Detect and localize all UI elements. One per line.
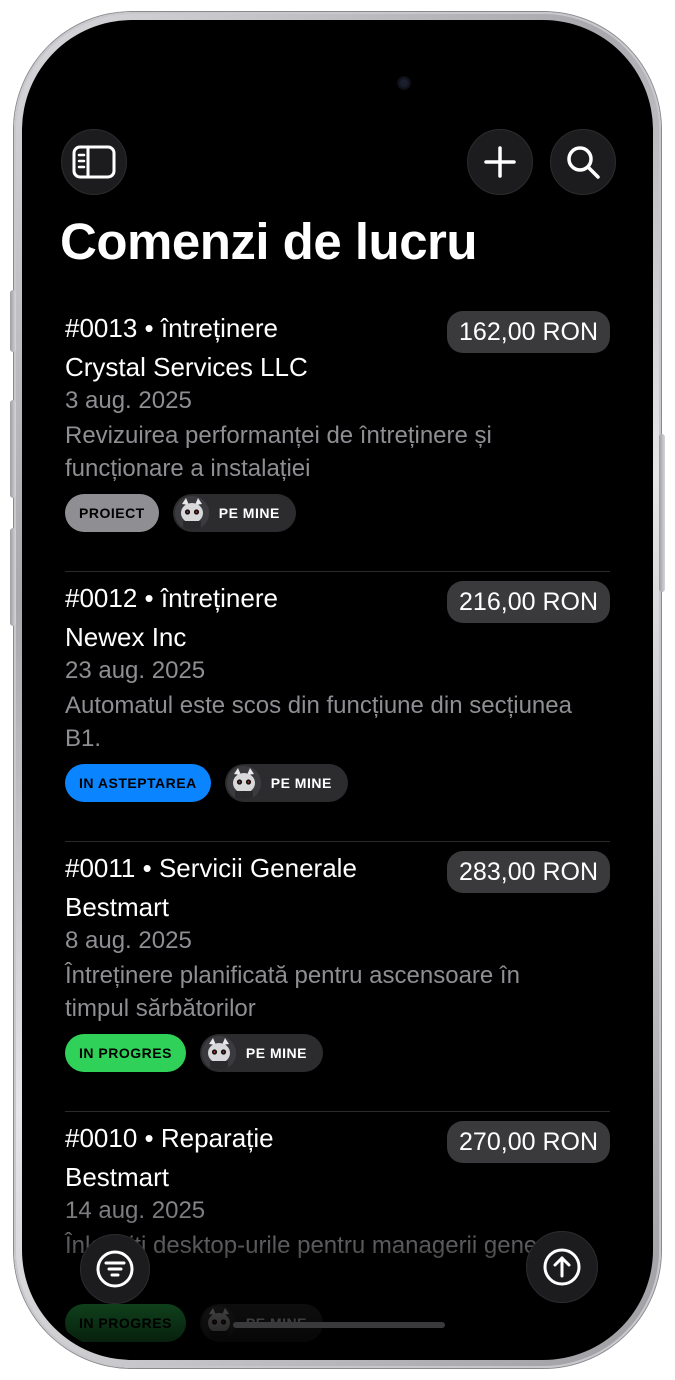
page-title: Comenzi de lucru	[60, 213, 478, 270]
search-icon	[567, 146, 600, 179]
work-order-list: #0013 • întreținere 162,00 RON Crystal S…	[65, 302, 610, 1354]
work-order-heading: #0010 • Reparație	[65, 1123, 274, 1154]
avatar	[174, 496, 209, 530]
client-name: Crystal Services LLC	[65, 352, 308, 382]
assignee-label: PE MINE	[218, 505, 280, 521]
client-name: Bestmart	[65, 1162, 170, 1192]
tags-row: PROIECT PE MINE	[65, 494, 296, 532]
work-order-item[interactable]: #0013 • întreținere 162,00 RON Crystal S…	[65, 302, 610, 572]
price-badge: 216,00 RON	[447, 581, 610, 623]
assignee-label: PE MINE	[245, 1045, 307, 1061]
work-order-number: #0012	[65, 583, 138, 613]
work-order-date: 3 aug. 2025	[65, 387, 192, 414]
work-order-item[interactable]: #0010 • Reparație 270,00 RON Bestmart 14…	[65, 1112, 610, 1354]
work-order-item[interactable]: #0012 • întreținere 216,00 RON Newex Inc…	[65, 572, 610, 842]
volume-up-button	[10, 400, 16, 498]
work-order-date: 8 aug. 2025	[65, 927, 192, 954]
work-order-category: Reparație	[160, 1123, 274, 1153]
avatar	[226, 766, 261, 800]
status-badge: IN PROGRES	[65, 1304, 186, 1342]
add-work-order-button[interactable]	[467, 129, 533, 195]
assignee-badge: PE MINE	[172, 494, 296, 532]
filter-icon	[96, 1250, 134, 1288]
separator: •	[137, 313, 161, 343]
work-order-date: 23 aug. 2025	[65, 657, 206, 684]
work-order-heading: #0013 • întreținere	[65, 313, 278, 344]
work-order-heading: #0011 • Servicii Generale	[65, 853, 357, 884]
separator: •	[137, 1123, 161, 1153]
work-order-category: Servicii Generale	[158, 853, 357, 883]
work-order-description: Automatul este scos din funcțiune din se…	[65, 692, 572, 752]
assignee-badge: PE MINE	[199, 1034, 323, 1072]
separator: •	[135, 853, 159, 883]
sidebar-icon	[72, 145, 116, 179]
plus-icon	[484, 146, 516, 178]
status-badge: PROIECT	[65, 494, 159, 532]
power-button	[659, 434, 665, 592]
sidebar-button[interactable]	[61, 129, 127, 195]
search-button[interactable]	[550, 129, 616, 195]
front-camera	[397, 76, 411, 90]
separator: •	[137, 583, 161, 613]
work-order-category: întreținere	[160, 313, 278, 343]
assignee-badge: PE MINE	[224, 764, 348, 802]
work-order-number: #0013	[65, 313, 138, 343]
work-order-number: #0011	[65, 853, 136, 883]
status-badge: IN PROGRES	[65, 1034, 186, 1072]
avatar	[201, 1306, 236, 1340]
client-name: Bestmart	[65, 892, 170, 922]
client-name: Newex Inc	[65, 622, 187, 652]
work-order-number: #0010	[65, 1123, 138, 1153]
price-badge: 283,00 RON	[447, 851, 610, 893]
price-badge: 162,00 RON	[447, 311, 610, 353]
tags-row: IN PROGRES PE MINE	[65, 1034, 323, 1072]
scroll-to-top-button[interactable]	[526, 1231, 598, 1303]
tags-row: IN ASTEPTAREA PE MINE	[65, 764, 348, 802]
assignee-label: PE MINE	[270, 775, 332, 791]
volume-down-button	[10, 528, 16, 626]
arrow-up-circle-icon	[543, 1248, 581, 1286]
work-order-description: Revizuirea performanței de întreținere ș…	[65, 422, 492, 482]
work-order-heading: #0012 • întreținere	[65, 583, 278, 614]
work-order-item[interactable]: #0011 • Servicii Generale 283,00 RON Bes…	[65, 842, 610, 1112]
price-badge: 270,00 RON	[447, 1121, 610, 1163]
work-order-category: întreținere	[160, 583, 278, 613]
filter-button[interactable]	[80, 1234, 150, 1304]
avatar	[201, 1036, 236, 1070]
action-button	[10, 290, 16, 352]
work-order-description: Întreținere planificată pentru ascensoar…	[65, 962, 520, 1022]
status-badge: IN ASTEPTAREA	[65, 764, 211, 802]
home-indicator	[233, 1322, 445, 1328]
work-order-date: 14 aug. 2025	[65, 1197, 206, 1224]
screen: Comenzi de lucru #0013 • întreținere 162…	[28, 26, 647, 1354]
